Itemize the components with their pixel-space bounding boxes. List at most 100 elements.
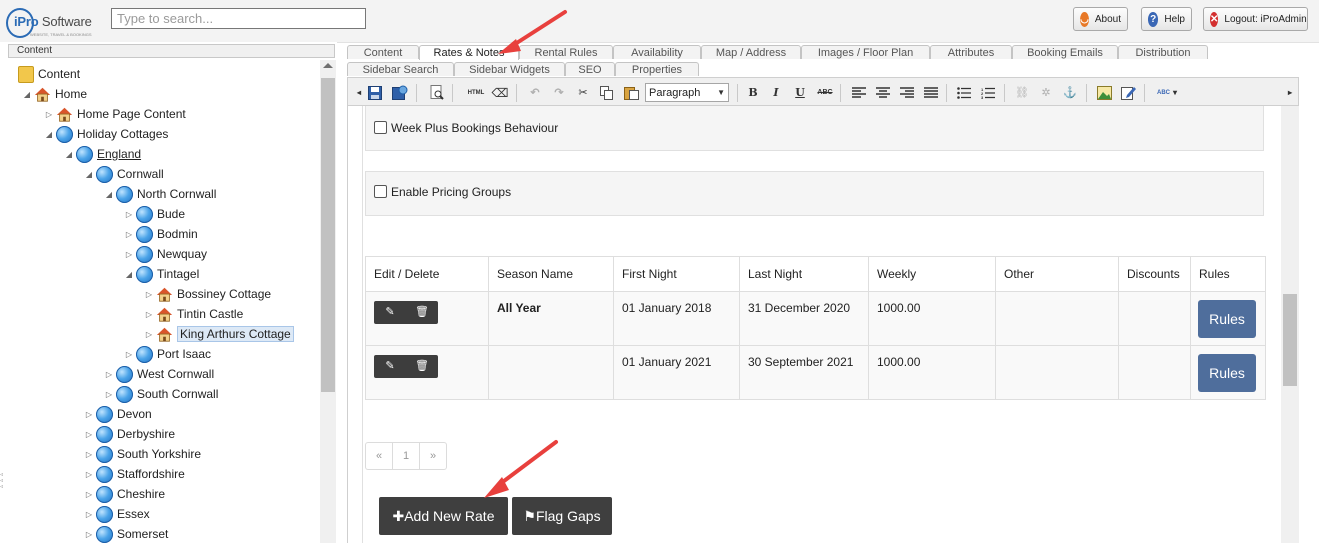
content-scroll-thumb[interactable] xyxy=(1283,294,1297,386)
expand-icon[interactable]: ▷ xyxy=(104,370,114,379)
tab-content[interactable]: Content xyxy=(347,45,419,59)
align-left-icon[interactable] xyxy=(851,85,867,100)
tab-seo[interactable]: SEO xyxy=(565,62,615,76)
tree-node-holiday-cottages[interactable]: ◢ Holiday Cottages xyxy=(44,125,168,143)
expand-icon[interactable]: ▷ xyxy=(124,210,134,219)
expand-icon[interactable]: ▷ xyxy=(104,390,114,399)
tree-node-home[interactable]: ◢ Home xyxy=(22,85,87,103)
edit-icon[interactable]: ✎ xyxy=(374,355,406,378)
align-right-icon[interactable] xyxy=(899,85,915,100)
tab-sidebar-search[interactable]: Sidebar Search xyxy=(347,62,454,76)
toolbar-left-arrow-icon[interactable]: ◂ xyxy=(351,85,367,100)
tree-node-bude[interactable]: ▷ Bude xyxy=(124,205,185,223)
align-justify-icon[interactable] xyxy=(923,85,939,100)
tree-node-home-page-content[interactable]: ▷ Home Page Content xyxy=(44,105,186,123)
add-new-rate-button[interactable]: ✚ Add New Rate xyxy=(379,497,508,535)
tree-node-south-cornwall[interactable]: ▷ South Cornwall xyxy=(104,385,218,403)
numbered-list-icon[interactable]: 123 xyxy=(980,85,996,100)
tab-sidebar-widgets[interactable]: Sidebar Widgets xyxy=(454,62,565,76)
week-plus-checkbox[interactable] xyxy=(374,121,387,134)
redo-icon[interactable]: ↷ xyxy=(551,85,567,100)
about-button[interactable]: ◡ About xyxy=(1073,7,1128,31)
tree-node-king-arthurs-cottage[interactable]: ▷ King Arthurs Cottage xyxy=(144,325,294,343)
link-icon[interactable]: ⛓ xyxy=(1014,85,1030,100)
tree-node-cornwall[interactable]: ◢ Cornwall xyxy=(84,165,164,183)
flag-gaps-button[interactable]: ⚑ Flag Gaps xyxy=(512,497,612,535)
expand-icon[interactable]: ▷ xyxy=(84,410,94,419)
content-scrollbar[interactable] xyxy=(1281,106,1299,543)
spellcheck-icon[interactable]: ABC ▾ xyxy=(1152,85,1182,100)
rules-button[interactable]: Rules xyxy=(1198,300,1256,338)
expand-icon[interactable]: ▷ xyxy=(144,330,154,339)
pagination-page[interactable]: 1 xyxy=(393,443,420,469)
tab-availability[interactable]: Availability xyxy=(613,45,701,59)
underline-icon[interactable]: U xyxy=(792,85,808,100)
delete-icon[interactable]: 🗑 xyxy=(406,301,438,324)
tab-rates-notes[interactable]: Rates & Notes xyxy=(419,45,519,60)
expand-icon[interactable]: ▷ xyxy=(84,470,94,479)
tab-rental-rules[interactable]: Rental Rules xyxy=(519,45,613,59)
expand-icon[interactable]: ▷ xyxy=(44,110,54,119)
collapse-icon[interactable]: ◢ xyxy=(124,270,134,279)
help-button[interactable]: ? Help xyxy=(1141,7,1192,31)
collapse-icon[interactable]: ◢ xyxy=(64,150,74,159)
tab-attributes[interactable]: Attributes xyxy=(930,45,1012,59)
expand-icon[interactable]: ▷ xyxy=(84,530,94,539)
tree-scrollbar[interactable] xyxy=(320,60,336,543)
strikethrough-icon[interactable]: ABC xyxy=(815,85,835,100)
cut-icon[interactable]: ✂ xyxy=(575,85,591,100)
tree-node-newquay[interactable]: ▷ Newquay xyxy=(124,245,207,263)
tree-node-essex[interactable]: ▷ Essex xyxy=(84,505,150,523)
anchor-icon[interactable]: ⚓ xyxy=(1062,85,1078,100)
paragraph-format-select[interactable]: Paragraph ▼ xyxy=(645,83,729,102)
rules-button[interactable]: Rules xyxy=(1198,354,1256,392)
toolbar-right-arrow-icon[interactable]: ▸ xyxy=(1282,85,1298,100)
expand-icon[interactable]: ▷ xyxy=(144,290,154,299)
tab-map-address[interactable]: Map / Address xyxy=(701,45,801,59)
tree-node-bossiney-cottage[interactable]: ▷ Bossiney Cottage xyxy=(144,285,271,303)
tree-node-cheshire[interactable]: ▷ Cheshire xyxy=(84,485,165,503)
scroll-up-arrow-icon[interactable] xyxy=(323,63,333,68)
logout-button[interactable]: ✕ Logout: iProAdmin xyxy=(1203,7,1308,31)
save-icon[interactable] xyxy=(367,85,383,100)
expand-icon[interactable]: ▷ xyxy=(144,310,154,319)
tab-properties[interactable]: Properties xyxy=(615,62,699,76)
expand-icon[interactable]: ▷ xyxy=(124,350,134,359)
italic-icon[interactable]: I xyxy=(768,85,784,100)
tree-node-south-yorkshire[interactable]: ▷ South Yorkshire xyxy=(84,445,201,463)
tree-node-tintagel[interactable]: ◢ Tintagel xyxy=(124,265,199,283)
html-source-icon[interactable]: HTML xyxy=(465,85,487,100)
edit-document-icon[interactable] xyxy=(1120,85,1136,100)
insert-image-icon[interactable] xyxy=(1096,85,1112,100)
undo-icon[interactable]: ↶ xyxy=(527,85,543,100)
tree-node-port-isaac[interactable]: ▷ Port Isaac xyxy=(124,345,211,363)
collapse-icon[interactable]: ◢ xyxy=(44,130,54,139)
expand-icon[interactable]: ▷ xyxy=(84,430,94,439)
collapse-icon[interactable]: ◢ xyxy=(104,190,114,199)
copy-icon[interactable] xyxy=(599,85,615,100)
tree-node-devon[interactable]: ▷ Devon xyxy=(84,405,152,423)
preview-icon[interactable] xyxy=(429,85,445,100)
tab-distribution[interactable]: Distribution xyxy=(1118,45,1208,59)
pricing-groups-checkbox[interactable] xyxy=(374,185,387,198)
tree-node-derbyshire[interactable]: ▷ Derbyshire xyxy=(84,425,175,443)
tab-images-floor-plan[interactable]: Images / Floor Plan xyxy=(801,45,930,59)
align-center-icon[interactable] xyxy=(875,85,891,100)
tree-node-staffordshire[interactable]: ▷ Staffordshire xyxy=(84,465,185,483)
expand-icon[interactable]: ▷ xyxy=(124,230,134,239)
paste-icon[interactable] xyxy=(623,85,639,100)
pagination-next[interactable]: » xyxy=(420,443,446,469)
expand-icon[interactable]: ▷ xyxy=(84,510,94,519)
search-input[interactable] xyxy=(111,8,366,29)
delete-icon[interactable]: 🗑 xyxy=(406,355,438,378)
pagination-prev[interactable]: « xyxy=(366,443,393,469)
expand-icon[interactable]: ▷ xyxy=(84,450,94,459)
tree-node-tintin-castle[interactable]: ▷ Tintin Castle xyxy=(144,305,243,323)
tree-node-west-cornwall[interactable]: ▷ West Cornwall xyxy=(104,365,214,383)
eraser-icon[interactable]: ⌫ xyxy=(492,85,509,100)
edit-icon[interactable]: ✎ xyxy=(374,301,406,324)
expand-icon[interactable]: ▷ xyxy=(84,490,94,499)
tree-node-north-cornwall[interactable]: ◢ North Cornwall xyxy=(104,185,216,203)
tree-scroll-thumb[interactable] xyxy=(321,78,335,392)
unlink-icon[interactable]: ✲ xyxy=(1038,85,1054,100)
